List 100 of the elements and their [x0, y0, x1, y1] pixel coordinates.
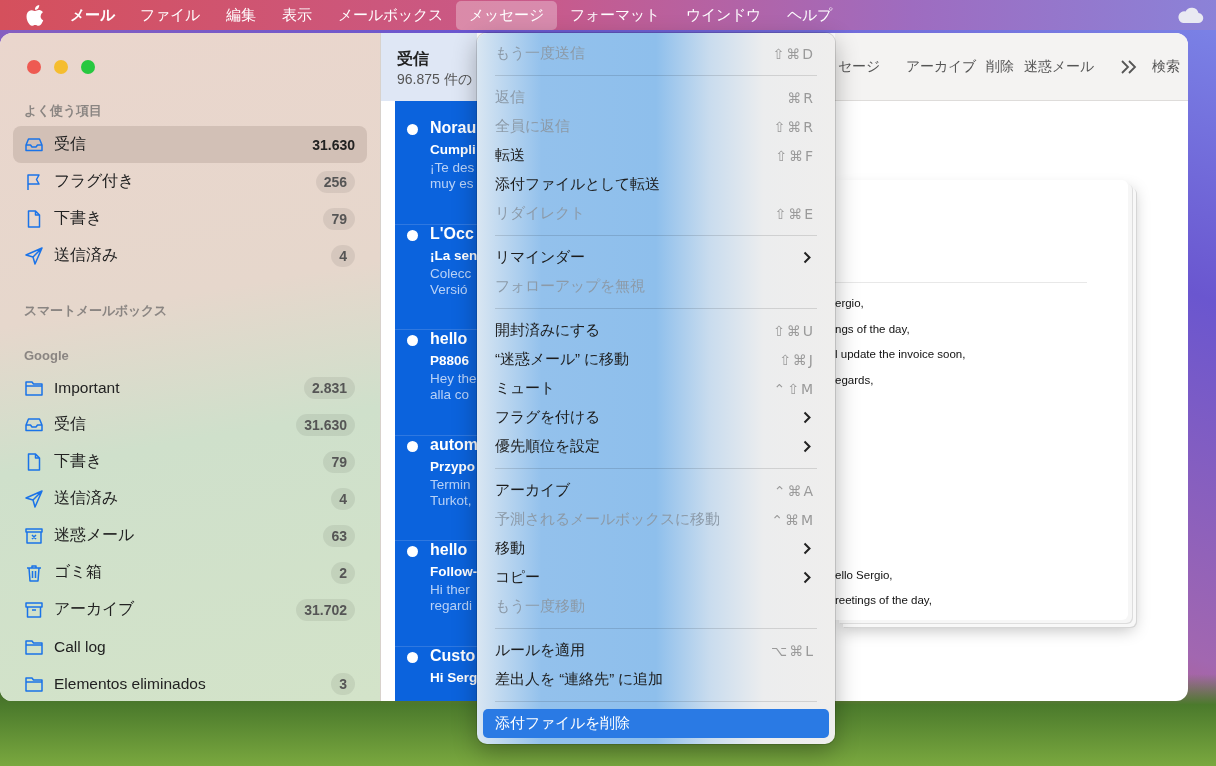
- menu-bar-item[interactable]: ファイル: [127, 0, 213, 30]
- mailbox-item[interactable]: 送信済み 4: [13, 480, 367, 517]
- unread-count: 79: [323, 450, 355, 473]
- message-text: l update the invoice soon,: [835, 348, 967, 363]
- app-menu[interactable]: メール: [70, 5, 115, 25]
- keyboard-shortcut: ⌃⌘A: [773, 482, 815, 499]
- message-sender: Norau: [430, 119, 477, 137]
- double-chevron-icon[interactable]: [1120, 58, 1138, 75]
- toolbar-button[interactable]: セージ: [838, 57, 880, 76]
- unread-count: 79: [323, 207, 355, 230]
- mailbox-item[interactable]: Call log: [13, 628, 367, 665]
- message-preview: Colecc: [430, 265, 473, 281]
- keyboard-shortcut: ⌃⌘M: [771, 511, 815, 528]
- menu-bar-item[interactable]: ヘルプ: [774, 0, 845, 30]
- menu-item[interactable]: 移動: [483, 534, 829, 563]
- mailbox-item[interactable]: 送信済み 4: [13, 237, 367, 274]
- mailbox-label: 受信: [54, 414, 87, 434]
- unread-count: 2.831: [303, 376, 355, 399]
- mailbox-item[interactable]: アーカイブ 31.702: [13, 591, 367, 628]
- message-preview: Turkot,: [430, 492, 473, 508]
- message-preview: Hi ther: [430, 582, 471, 597]
- zoom-button[interactable]: [81, 60, 95, 74]
- mailbox-item[interactable]: 迷惑メール 63: [13, 517, 367, 554]
- message-subject: P8806: [430, 353, 471, 368]
- unread-count: 31.702: [296, 598, 355, 621]
- menu-item[interactable]: フラグを付ける: [483, 403, 829, 432]
- keyboard-shortcut: ⇧⌘F: [775, 147, 815, 164]
- message-preview: Termin: [430, 476, 472, 492]
- archive-icon: [24, 599, 44, 620]
- menu-item[interactable]: 優先順位を設定: [483, 432, 829, 461]
- unread-count: 256: [315, 170, 355, 193]
- paper-plane-icon: [24, 245, 44, 266]
- toolbar-button[interactable]: 迷惑メール: [1024, 57, 1094, 76]
- mailbox-title: 受信: [397, 49, 430, 69]
- menu-item[interactable]: “迷惑メール” に移動 ⇧⌘J: [483, 345, 829, 374]
- keyboard-shortcut: ⌥⌘L: [771, 642, 815, 659]
- menu-item[interactable]: 添付ファイルを削除: [483, 709, 829, 738]
- message-text: ergio,: [835, 297, 865, 311]
- message-sender: Custo: [430, 646, 477, 665]
- mailbox-label: Call log: [54, 637, 107, 656]
- menu-bar-item[interactable]: メールボックス: [325, 0, 456, 30]
- mailbox-item[interactable]: 受信 31.630: [13, 126, 367, 163]
- message-text: ello Sergio,: [835, 568, 894, 583]
- toolbar-button[interactable]: アーカイブ: [906, 57, 976, 76]
- menu-item[interactable]: 転送 ⇧⌘F: [483, 141, 829, 170]
- message-sender: autom: [430, 435, 477, 454]
- message-sender: hello: [430, 330, 469, 348]
- menu-bar-item[interactable]: 編集: [213, 0, 269, 30]
- mailbox-label: 下書き: [54, 208, 103, 228]
- menu-item[interactable]: リマインダー: [483, 243, 829, 272]
- message-text: reetings of the day,: [835, 594, 933, 609]
- menu-item[interactable]: ミュート ⌃⇧M: [483, 374, 829, 403]
- message-preview: alla co: [430, 387, 471, 402]
- mailbox-item[interactable]: ゴミ箱 2: [13, 554, 367, 591]
- mailbox-item[interactable]: Elementos eliminados 3: [13, 665, 367, 701]
- toolbar-button[interactable]: 削除: [986, 57, 1014, 76]
- unread-count: 2: [331, 561, 355, 584]
- cloud-icon[interactable]: [1176, 6, 1204, 24]
- menu-item[interactable]: アーカイブ ⌃⌘A: [483, 476, 829, 505]
- menu-item[interactable]: ルールを適用 ⌥⌘L: [483, 636, 829, 665]
- menu-bar-item[interactable]: フォーマット: [557, 0, 673, 30]
- mailbox-item[interactable]: 下書き 79: [13, 443, 367, 480]
- keyboard-shortcut: ⌃⇧M: [773, 380, 815, 397]
- paper-plane-icon: [24, 488, 44, 509]
- apple-logo-icon[interactable]: [26, 4, 44, 26]
- menu-item[interactable]: コピー: [483, 563, 829, 592]
- keyboard-shortcut: ⇧⌘E: [774, 205, 815, 222]
- message-subject: ¡La sen: [430, 247, 477, 263]
- keyboard-shortcut: ⇧⌘R: [773, 118, 815, 135]
- menu-bar-item[interactable]: 表示: [269, 0, 325, 30]
- unread-count: 4: [331, 244, 355, 267]
- unread-count: 4: [331, 487, 355, 510]
- message-preview: Versió: [430, 281, 469, 297]
- keyboard-shortcut: ⌘R: [787, 89, 815, 106]
- message-text: egards,: [835, 373, 875, 388]
- keyboard-shortcut: ⇧⌘U: [773, 322, 815, 339]
- message-preview: regardi: [430, 598, 474, 613]
- keyboard-shortcut: ⇧⌘J: [779, 351, 815, 368]
- mailbox-label: 受信: [54, 134, 87, 154]
- mailbox-label: 送信済み: [54, 245, 119, 265]
- mailbox-item[interactable]: 受信 31.630: [13, 406, 367, 443]
- junk-icon: [24, 525, 44, 546]
- mailbox-item[interactable]: 下書き 79: [13, 200, 367, 237]
- close-button[interactable]: [27, 60, 41, 74]
- menu-item[interactable]: 添付ファイルとして転送: [483, 170, 829, 199]
- mailbox-label: ゴミ箱: [54, 562, 103, 582]
- section-header: スマートメールボックス: [24, 302, 168, 320]
- mailbox-label: 下書き: [54, 451, 103, 471]
- mailbox-item[interactable]: Important 2.831: [13, 369, 367, 406]
- message-sender: L'Occ: [430, 224, 475, 243]
- search-button[interactable]: 検索: [1152, 57, 1180, 76]
- mailbox-label: フラグ付き: [54, 171, 135, 191]
- mailbox-item[interactable]: フラグ付き 256: [13, 163, 367, 200]
- menu-item[interactable]: 開封済みにする ⇧⌘U: [483, 316, 829, 345]
- menu-item[interactable]: 差出人を “連絡先” に追加: [483, 665, 829, 694]
- message-subject: Przypo: [430, 458, 476, 474]
- mailbox-label: 送信済み: [54, 488, 119, 508]
- keyboard-shortcut: ⇧⌘D: [772, 45, 815, 62]
- menu-bar-item[interactable]: ウインドウ: [673, 0, 774, 30]
- message-text: ngs of the day,: [835, 322, 911, 337]
